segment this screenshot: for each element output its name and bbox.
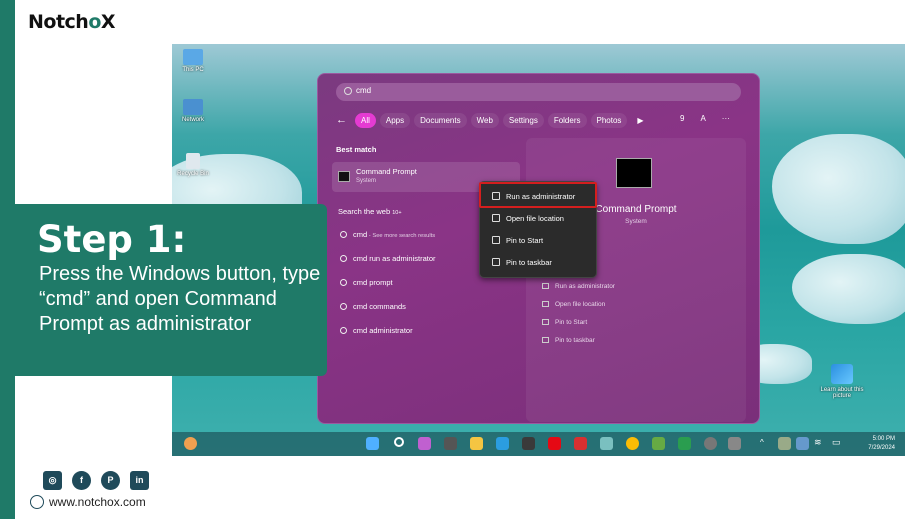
command-prompt-icon [338,171,350,182]
pinterest-icon[interactable]: P [101,471,120,490]
tab-all[interactable]: All [355,112,376,128]
tutorial-slide: NotchoX This PC Network Recycle Bin cmd … [0,0,922,519]
app-icon[interactable] [728,437,741,450]
search-icon [340,231,347,238]
chevron-up-icon[interactable]: ^ [760,438,773,451]
search-icon [344,87,352,95]
web-result[interactable]: cmd prompt [340,278,393,287]
notchox-logo: NotchoX [28,11,116,33]
desktop-icon-recycle-bin[interactable]: Recycle Bin [173,153,213,177]
tab-folders[interactable]: Folders [547,112,587,128]
pin-icon [542,319,549,325]
folder-icon [492,214,500,222]
copilot-icon[interactable] [418,437,431,450]
detail-action-pin-start[interactable]: Pin to Start [542,319,587,326]
mic-icon[interactable] [778,437,791,450]
highlight-box [479,182,597,208]
search-icon [340,255,347,262]
menu-item-pin-to-start[interactable]: Pin to Start [486,231,592,249]
web-result[interactable]: cmd administrator [340,326,413,335]
points-counter[interactable]: 9 [680,114,684,123]
app-icon[interactable] [600,437,613,450]
step-title: Step 1: [37,218,187,261]
back-arrow-icon[interactable]: ← [336,114,347,126]
command-prompt-large-icon [616,158,652,188]
accent-bar [0,0,15,519]
network-icon [183,99,203,115]
panel-tools: 9 A ··· [680,114,730,123]
step-callout: Step 1: Press the Windows button, type “… [15,204,327,376]
tab-documents[interactable]: Documents [414,112,467,128]
app-icon[interactable] [678,437,691,450]
search-icon[interactable] [394,437,404,447]
weather-icon[interactable] [184,437,197,450]
shield-icon [542,283,549,289]
learn-about-picture[interactable]: Learn about this picture [820,364,864,399]
web-result[interactable]: cmd commands [340,302,406,311]
computer-icon [183,49,203,65]
account-initial[interactable]: A [700,114,705,123]
tab-settings[interactable]: Settings [502,112,544,128]
search-icon [340,327,347,334]
taskbar: ^ ≋ ▭ 5:00 PM 7/29/2024 [172,432,905,456]
folder-icon [542,301,549,307]
app-icon[interactable] [652,437,665,450]
menu-item-open-file-location[interactable]: Open file location [486,209,592,227]
chrome-icon[interactable] [626,437,639,450]
settings-icon[interactable] [704,437,717,450]
detail-action-run-admin[interactable]: Run as administrator [542,283,615,290]
best-match-heading: Best match [336,145,377,154]
instagram-icon[interactable]: ◎ [43,471,62,490]
file-explorer-icon[interactable] [470,437,483,450]
web-result[interactable]: cmd - See more search results [340,230,435,239]
search-icon [340,279,347,286]
tab-apps[interactable]: Apps [379,112,411,128]
tab-photos[interactable]: Photos [590,112,628,128]
battery-icon[interactable]: ▭ [832,437,845,450]
play-more-icon[interactable]: ▶ [637,116,643,125]
menu-item-pin-to-taskbar[interactable]: Pin to taskbar [486,253,592,271]
step-description: Press the Windows button, type “cmd” and… [39,263,321,335]
globe-icon [30,495,44,509]
picture-icon [831,364,853,384]
social-links: ◎ f P in [43,471,149,490]
windows-start-icon[interactable] [366,437,379,450]
website-link[interactable]: www.notchox.com [30,495,146,509]
facebook-icon[interactable]: f [72,471,91,490]
linkedin-icon[interactable]: in [130,471,149,490]
search-web-heading: Search the web 10+ [338,207,402,216]
tab-web[interactable]: Web [470,112,499,128]
web-result[interactable]: cmd run as administrator [340,254,436,263]
filter-tabs: ← All Apps Documents Web Settings Folder… [336,112,644,128]
more-options-icon[interactable]: ··· [722,114,730,123]
search-icon [340,303,347,310]
desktop-icon-network[interactable]: Network [173,99,213,123]
task-view-icon[interactable] [444,437,457,450]
pin-icon [492,258,500,266]
detail-action-open-location[interactable]: Open file location [542,301,605,308]
pin-icon [542,337,549,343]
pin-icon [492,236,500,244]
search-input[interactable]: cmd [336,83,741,101]
taskbar-clock[interactable]: 5:00 PM 7/29/2024 [868,435,895,453]
detail-action-pin-taskbar[interactable]: Pin to taskbar [542,337,595,344]
edge-icon[interactable] [496,437,509,450]
wifi-icon[interactable]: ≋ [814,437,827,450]
desktop-icon-this-pc[interactable]: This PC [173,49,213,73]
app-icon[interactable] [574,437,587,450]
recycle-bin-icon [186,153,200,169]
app-icon[interactable] [796,437,809,450]
store-icon[interactable] [522,437,535,450]
netflix-icon[interactable] [548,437,561,450]
